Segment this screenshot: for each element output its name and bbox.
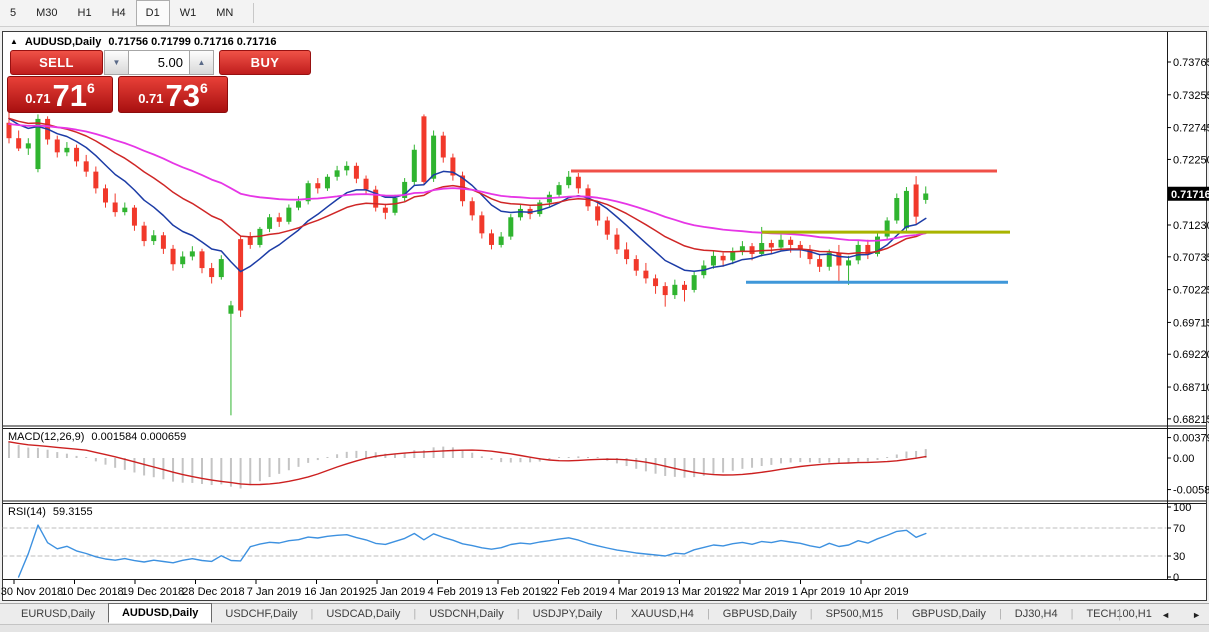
buy-price-big: 73	[165, 78, 200, 114]
tab-divider: |	[1118, 608, 1122, 621]
chart-tab-audusd-daily[interactable]: AUDUSD,Daily	[107, 603, 213, 623]
status-bar	[0, 624, 1209, 632]
buy-price-prefix: 0.71	[138, 91, 164, 106]
chart-tab-usdchf-daily[interactable]: USDCHF,Daily	[212, 606, 310, 622]
chart-tab-gbpusd-daily[interactable]: GBPUSD,Daily	[710, 606, 810, 622]
arrow-up-icon: ▲	[197, 58, 206, 67]
timeframe-buttons: 5 M30 H1 H4 D1 W1 MN	[0, 0, 243, 26]
volume-input[interactable]: 5.00	[128, 50, 190, 75]
timeframe-button-h4[interactable]: H4	[102, 0, 136, 26]
chart-tabbar: EURUSD,Daily AUDUSD,Daily USDCHF,Daily | USD…	[0, 603, 1209, 624]
buy-button[interactable]: BUY	[219, 50, 311, 75]
sell-button[interactable]: SELL	[10, 50, 103, 75]
timeframe-button-h1[interactable]: H1	[68, 0, 102, 26]
buy-price-pipette: 6	[200, 80, 208, 96]
tab-scroll-left-icon[interactable]: ◄	[1161, 610, 1170, 620]
chart-tab-usdcad-daily[interactable]: USDCAD,Daily	[313, 606, 413, 622]
chart-tab-usdcnh-daily[interactable]: USDCNH,Daily	[416, 606, 517, 622]
timeframe-toolbar: 5 M30 H1 H4 D1 W1 MN	[0, 0, 1209, 27]
ohlc-values: 0.71756 0.71799 0.71716 0.71716	[108, 36, 277, 48]
tab-scroll-right-icon[interactable]: ►	[1192, 610, 1201, 620]
chart-tab-gbpusd-daily[interactable]: GBPUSD,Daily	[899, 606, 999, 622]
sell-price-panel[interactable]: 0.71 71 6	[7, 76, 113, 113]
rsi-value: 59.3155	[52, 506, 93, 518]
chart-tab-usdjpy-daily[interactable]: USDJPY,Daily	[520, 606, 616, 622]
rsi-name: RSI(14)	[8, 506, 46, 518]
chart-tabs: EURUSD,Daily AUDUSD,Daily USDCHF,Daily | USD…	[8, 603, 1165, 624]
rsi-label: RSI(14) 59.3155	[8, 506, 93, 518]
timeframe-button-w1[interactable]: W1	[170, 0, 207, 26]
sell-price-pipette: 6	[87, 80, 95, 96]
chart-window	[2, 31, 1207, 601]
buy-price-panel[interactable]: 0.71 73 6	[118, 76, 228, 113]
symbol-name: AUDUSD,Daily	[24, 36, 102, 48]
collapse-panel-icon[interactable]: ▲	[10, 37, 18, 46]
volume-increase-button[interactable]: ▲	[189, 50, 214, 75]
chart-title: ▲ AUDUSD,Daily 0.71756 0.71799 0.71716 0…	[10, 36, 277, 48]
timeframe-button-mn[interactable]: MN	[206, 0, 243, 26]
sell-price-big: 71	[52, 78, 87, 114]
timeframe-button-m30[interactable]: M30	[26, 0, 67, 26]
chart-tab-eurusd-daily[interactable]: EURUSD,Daily	[8, 606, 108, 622]
chart-tab-sp500-m15[interactable]: SP500,M15	[813, 606, 896, 622]
macd-values: 0.001584 0.000659	[91, 431, 187, 443]
macd-name: MACD(12,26,9)	[8, 431, 85, 443]
macd-label: MACD(12,26,9) 0.001584 0.000659	[8, 431, 186, 443]
timeframe-button-5[interactable]: 5	[0, 0, 26, 26]
volume-decrease-button[interactable]: ▼	[104, 50, 129, 75]
tab-scroll-controls: | ◄ ►	[1118, 604, 1201, 625]
timeframe-button-d1[interactable]: D1	[135, 0, 170, 26]
toolbar-separator	[253, 3, 255, 23]
arrow-down-icon: ▼	[112, 58, 121, 67]
chart-tab-dj30-h4[interactable]: DJ30,H4	[1002, 606, 1071, 622]
sell-price-prefix: 0.71	[25, 91, 51, 106]
chart-tab-xauusd-h4[interactable]: XAUUSD,H4	[618, 606, 707, 622]
